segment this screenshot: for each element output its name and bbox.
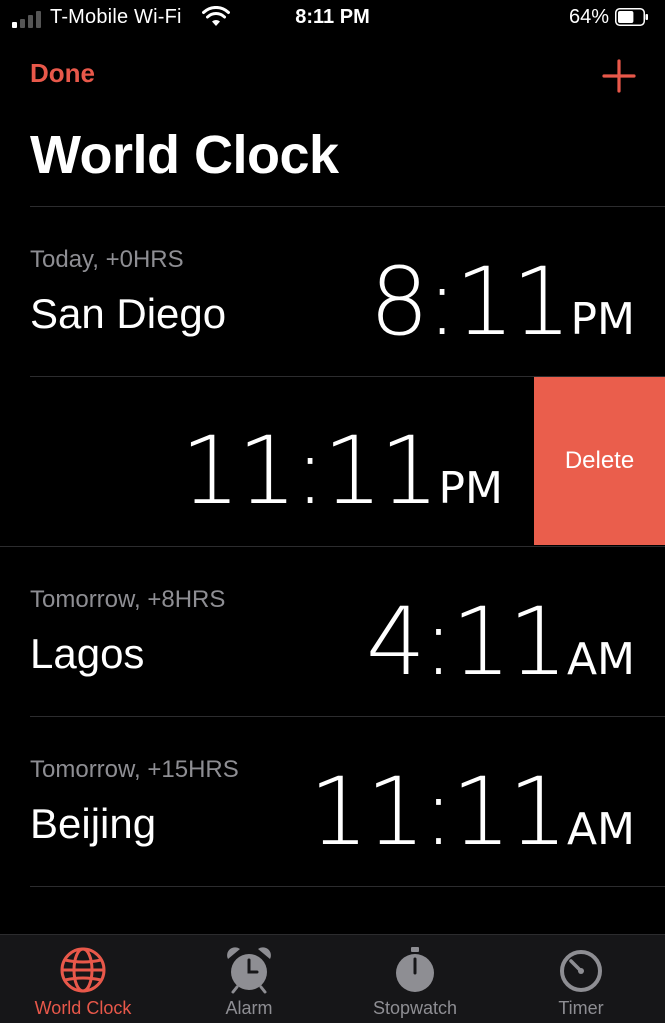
clock-time: 4:11AM bbox=[366, 588, 635, 697]
title-divider bbox=[30, 206, 665, 207]
clock-row-swiped[interactable]: 11:11PM Delete bbox=[0, 377, 665, 545]
clock-city: Beijing bbox=[30, 800, 157, 847]
clock-time-ampm: PM bbox=[570, 294, 636, 345]
page-title: World Clock bbox=[30, 125, 339, 185]
status-time: 8:11 PM bbox=[295, 6, 370, 28]
alarm-clock-icon bbox=[227, 947, 271, 994]
clock-time-ampm: AM bbox=[566, 804, 635, 855]
tab-timer[interactable]: Timer bbox=[498, 935, 664, 1023]
tab-world-clock[interactable]: World Clock bbox=[0, 935, 166, 1023]
clock-time-digits: 11:11 bbox=[180, 417, 440, 526]
clock-row-san-diego[interactable]: Today, +0HRS San Diego 8:11PM bbox=[0, 208, 665, 376]
plus-icon[interactable] bbox=[601, 58, 637, 94]
timer-icon bbox=[560, 950, 602, 992]
clock-time: 8:11PM bbox=[369, 248, 635, 357]
battery-icon bbox=[615, 8, 648, 26]
clock-time-digits: 8:11 bbox=[369, 248, 571, 357]
clock-row-beijing[interactable]: Tomorrow, +15HRS Beijing 11:11AM bbox=[0, 718, 665, 886]
clock-city: Lagos bbox=[30, 630, 145, 677]
clock-offset: Today, +0HRS bbox=[30, 246, 184, 273]
clock-time-digits: 4:11 bbox=[365, 588, 568, 697]
clock-time-digits: 11:11 bbox=[309, 758, 568, 867]
clock-offset: Tomorrow, +15HRS bbox=[30, 756, 239, 783]
status-bar: T-Mobile Wi-Fi 8:11 PM 64% bbox=[0, 0, 665, 40]
tab-stopwatch[interactable]: Stopwatch bbox=[332, 935, 498, 1023]
battery-percent: 64% bbox=[568, 6, 609, 28]
clock-city: San Diego bbox=[30, 290, 227, 337]
globe-icon bbox=[60, 947, 106, 993]
tab-label: World Clock bbox=[34, 998, 132, 1018]
clock-time: 11:11AM bbox=[309, 758, 635, 867]
clock-time: 11:11PM bbox=[181, 417, 503, 526]
clock-row-lagos[interactable]: Tomorrow, +8HRS Lagos 4:11AM bbox=[0, 548, 665, 716]
row-divider bbox=[30, 716, 665, 717]
row-divider bbox=[30, 886, 665, 887]
clock-time-ampm: AM bbox=[566, 634, 635, 685]
tab-label: Timer bbox=[558, 998, 604, 1018]
tab-alarm[interactable]: Alarm bbox=[166, 935, 332, 1023]
tab-label: Stopwatch bbox=[372, 998, 458, 1018]
row-divider bbox=[0, 546, 665, 547]
clock-time-ampm: PM bbox=[438, 463, 504, 514]
stopwatch-icon bbox=[396, 947, 434, 992]
tab-bar: World Clock Alarm Stopwatch Timer bbox=[0, 934, 665, 1023]
clock-offset: Tomorrow, +8HRS bbox=[30, 586, 226, 613]
done-button[interactable]: Done bbox=[30, 58, 95, 89]
tab-label: Alarm bbox=[225, 998, 273, 1018]
delete-button[interactable]: Delete bbox=[534, 377, 665, 545]
